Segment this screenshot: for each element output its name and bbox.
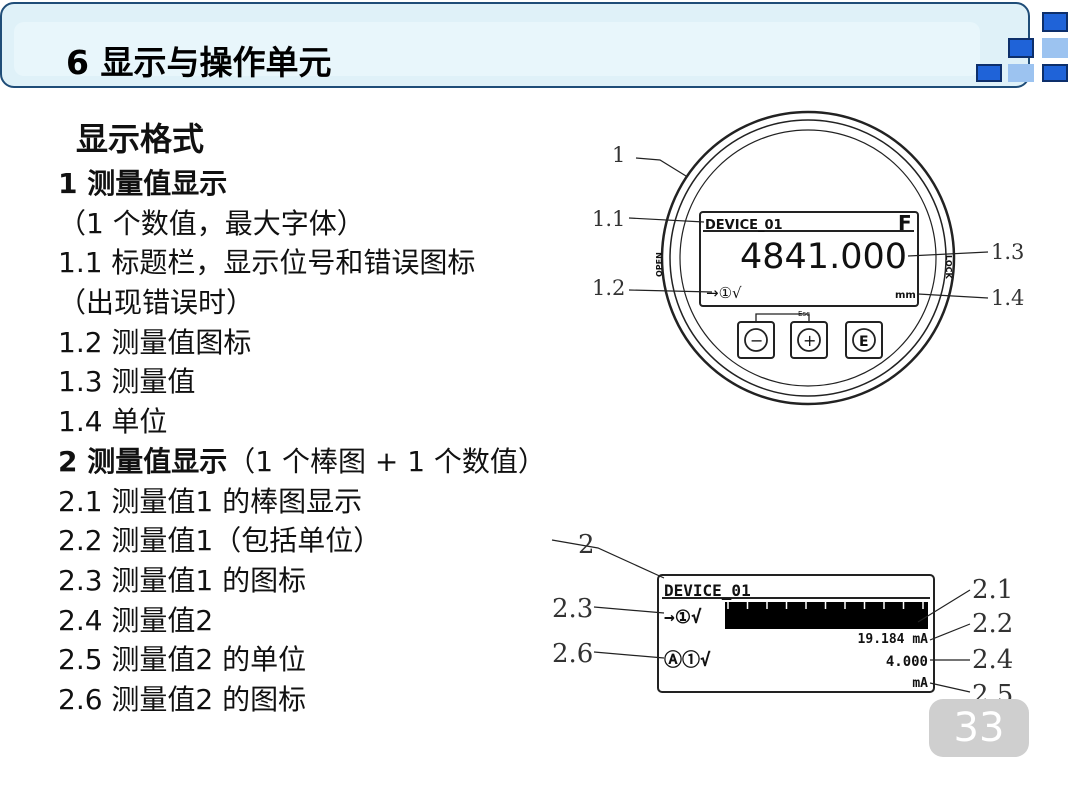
value2-unit: mA: [912, 676, 928, 691]
callout-1-1: 1.1: [592, 207, 625, 231]
callout-2: 2: [578, 530, 595, 560]
callout-1-4: 1.4: [991, 286, 1024, 310]
unit-label: mm: [895, 290, 916, 301]
leader-2-6: [593, 651, 665, 659]
leader-2-5: [929, 682, 971, 693]
value1-text: 19.184 mA: [858, 632, 929, 647]
leader-2-2: [929, 623, 971, 641]
callout-1: 1: [612, 143, 625, 167]
callout-2-4: 2.4: [972, 645, 1013, 675]
value2-text: 4.000: [886, 654, 928, 670]
leader-1-4: [917, 293, 989, 299]
bar-graph: [725, 602, 928, 629]
device-tag: DEVICE_01: [705, 218, 783, 233]
leader-1: [635, 157, 687, 177]
page-number: 33: [929, 699, 1029, 757]
leader-2: [551, 539, 665, 579]
value1-icons: →①√: [664, 607, 702, 628]
callout-2-3: 2.3: [552, 594, 593, 624]
enter-icon: E: [859, 334, 869, 350]
leader-2-3: [593, 606, 665, 614]
minus-icon: −: [750, 331, 763, 350]
callout-2-6: 2.6: [552, 639, 593, 669]
display-diagrams: 1 1.1 1.2 1.3 1.4 DEVICE_01 F 4841.000 →…: [551, 110, 1024, 710]
callout-2-2: 2.2: [972, 609, 1013, 639]
lock-label: LOCK: [944, 255, 953, 279]
callout-1-3: 1.3: [991, 240, 1024, 264]
device-tag-2: DEVICE_01: [664, 581, 751, 600]
esc-label: Esc: [798, 310, 810, 318]
value2-icons: Ⓐ①√: [664, 649, 711, 671]
measured-value: 4841.000: [740, 237, 907, 277]
error-flag: F: [898, 211, 912, 235]
plus-icon: +: [803, 331, 816, 350]
callout-1-2: 1.2: [592, 276, 625, 300]
open-label: OPEN: [655, 252, 664, 277]
callout-2-1: 2.1: [972, 575, 1013, 605]
measured-value-icons: →①√: [706, 284, 742, 302]
